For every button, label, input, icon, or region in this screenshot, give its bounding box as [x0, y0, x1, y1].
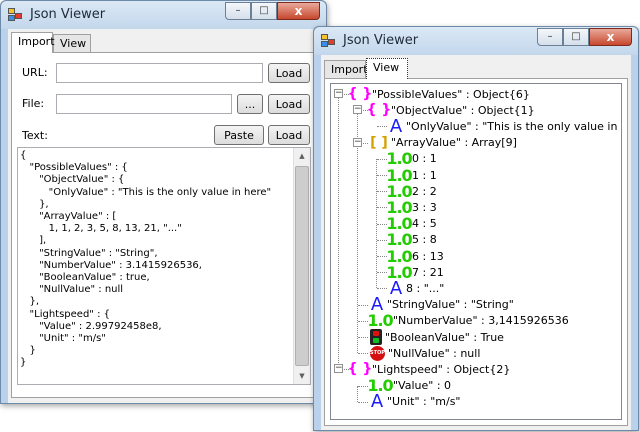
- maximize-button[interactable]: □: [251, 2, 277, 20]
- file-label: File:: [22, 97, 45, 110]
- tree-connector-line: [338, 94, 339, 370]
- tree-connector-line: [358, 337, 368, 338]
- tree-node[interactable]: { } "PossibleValues" : Object{6}: [347, 86, 530, 102]
- scrollbar-thumb[interactable]: [295, 166, 309, 366]
- tree-connector-line: [358, 353, 368, 355]
- tree-node-label: "PossibleValues" : Object{6}: [372, 87, 530, 101]
- tree-node-label: 0 : 1: [412, 152, 437, 166]
- maximize-button[interactable]: □: [563, 28, 589, 46]
- title-bar[interactable]: Json Viewer – □ x: [1, 1, 326, 29]
- tab-import[interactable]: Import: [11, 32, 55, 53]
- tree-node-label: 1 : 1: [412, 168, 437, 182]
- window-client: Import View URL: Load File: ... Load Tex…: [8, 29, 319, 403]
- text-label: Text:: [22, 129, 48, 142]
- tree-node-label: 7 : 21: [412, 265, 444, 279]
- file-input[interactable]: [56, 94, 232, 114]
- minimize-button[interactable]: –: [537, 28, 563, 46]
- import-tab-page: URL: Load File: ... Load Text: Paste Loa…: [11, 52, 316, 398]
- tree-node-label: 2 : 2: [412, 184, 437, 198]
- json-viewer-window-import: Json Viewer – □ x Import View URL: Load …: [0, 0, 327, 404]
- tree-node-label: 6 : 13: [412, 249, 444, 263]
- scroll-down-icon[interactable]: ▼: [294, 368, 310, 384]
- tree-collapse-icon[interactable]: −: [334, 89, 343, 98]
- browse-button[interactable]: ...: [237, 94, 263, 114]
- text-load-button[interactable]: Load: [268, 125, 310, 145]
- tree-node[interactable]: 1.0 5 : 8: [386, 230, 437, 249]
- window-client: Import View −{ } "PossibleValues" : Objec…: [321, 55, 631, 430]
- object-icon: { }: [366, 102, 392, 119]
- tree-node-label: "Lightspeed" : Object{2}: [372, 362, 511, 376]
- tree-node-label: "Unit" : "m/s": [387, 395, 461, 409]
- json-viewer-window-view: Json Viewer – □ x Import View −{ } "Possi…: [313, 26, 639, 431]
- minimize-button[interactable]: –: [225, 2, 251, 20]
- tree-connector-line: [357, 385, 358, 402]
- tree-connector-line: [358, 401, 368, 403]
- url-label: URL:: [22, 66, 48, 79]
- paste-button[interactable]: Paste: [214, 125, 264, 145]
- null-icon: STOP: [370, 345, 385, 361]
- number-icon: 1.0: [367, 311, 393, 331]
- tree-connector-line: [377, 126, 387, 128]
- string-icon: A: [370, 391, 384, 413]
- tree-node-label: "ObjectValue" : Object{1}: [391, 103, 535, 117]
- tree-node[interactable]: 1.0 4 : 5: [386, 214, 437, 233]
- boolean-icon: [370, 329, 382, 345]
- vertical-scrollbar[interactable]: ▲ ▼: [293, 148, 310, 384]
- tree-node-label: 8 : "...": [406, 281, 445, 295]
- tree-node-label: "BooleanValue" : True: [385, 330, 504, 344]
- tree-connector-line: [377, 288, 387, 290]
- file-load-button[interactable]: Load: [268, 94, 310, 114]
- app-icon: [321, 34, 337, 48]
- close-button[interactable]: x: [589, 28, 632, 46]
- tree-collapse-icon[interactable]: −: [334, 364, 343, 374]
- tab-view[interactable]: View: [366, 58, 408, 79]
- tab-import[interactable]: Import: [324, 60, 368, 78]
- tree-node-label: 4 : 5: [412, 217, 437, 231]
- tree-node-label: "OnlyValue" : "This is the only value in…: [406, 119, 621, 133]
- tree-node[interactable]: A "StringValue" : "String": [370, 294, 514, 315]
- tree-node[interactable]: 1.0 2 : 2: [386, 182, 437, 201]
- tree-node[interactable]: STOP "NullValue" : null: [370, 345, 480, 361]
- app-icon: [8, 8, 24, 22]
- url-load-button[interactable]: Load: [268, 63, 310, 83]
- tree-node-label: "Value" : 0: [393, 379, 452, 393]
- tree-collapse-icon[interactable]: −: [353, 105, 362, 115]
- tree-collapse-icon[interactable]: −: [353, 137, 362, 147]
- tree-node-label: 5 : 8: [412, 233, 437, 247]
- tree-connector-line: [358, 304, 368, 306]
- tree-node[interactable]: 1.0 6 : 13: [386, 247, 444, 266]
- tree-node[interactable]: 1.0 "NumberValue" : 3,1415926536: [367, 311, 569, 331]
- tree-node[interactable]: 1.0 3 : 3: [386, 198, 437, 217]
- tree-node-label: "ArrayValue" : Array[9]: [391, 136, 517, 150]
- tree-node[interactable]: [ ] "ArrayValue" : Array[9]: [370, 135, 517, 151]
- tree-node[interactable]: 1.0 0 : 1: [386, 149, 437, 168]
- tree-node[interactable]: 1.0 1 : 1: [386, 166, 437, 185]
- tree-node[interactable]: A8 : "...": [389, 278, 445, 299]
- window-title: Json Viewer: [343, 33, 419, 48]
- tab-view[interactable]: View: [53, 34, 91, 52]
- json-text: { "PossibleValues" : { "ObjectValue" : {…: [20, 150, 272, 369]
- scroll-up-icon[interactable]: ▲: [294, 148, 310, 164]
- tree-connector-line: [376, 158, 377, 289]
- object-icon: { }: [347, 361, 373, 378]
- tree-node[interactable]: "BooleanValue" : True: [370, 329, 504, 345]
- tree-connector-line: [357, 110, 358, 354]
- tree-node[interactable]: A "OnlyValue" : "This is the only value i…: [389, 116, 621, 137]
- tree-node-label: 3 : 3: [412, 200, 437, 214]
- view-tab-page: −{ } "PossibleValues" : Object{6} −{ } "Obj…: [324, 78, 628, 426]
- close-button[interactable]: x: [277, 2, 320, 20]
- tree-node-label: "NullValue" : null: [388, 346, 481, 360]
- tree-node[interactable]: A "Unit" : "m/s": [370, 391, 461, 413]
- url-input[interactable]: [56, 63, 263, 83]
- array-icon: [ ]: [370, 134, 388, 151]
- tree-node-label: "NumberValue" : 3,1415926536: [393, 314, 569, 328]
- window-title: Json Viewer: [30, 7, 106, 22]
- tree-node-label: "StringValue" : "String": [387, 298, 514, 312]
- tree-node[interactable]: { } "Lightspeed" : Object{2}: [347, 361, 511, 378]
- object-icon: { }: [347, 86, 373, 102]
- title-bar[interactable]: Json Viewer – □ x: [314, 27, 638, 55]
- json-tree-view[interactable]: −{ } "PossibleValues" : Object{6} −{ } "Obj…: [330, 83, 622, 420]
- json-text-area[interactable]: { "PossibleValues" : { "ObjectValue" : {…: [17, 147, 311, 385]
